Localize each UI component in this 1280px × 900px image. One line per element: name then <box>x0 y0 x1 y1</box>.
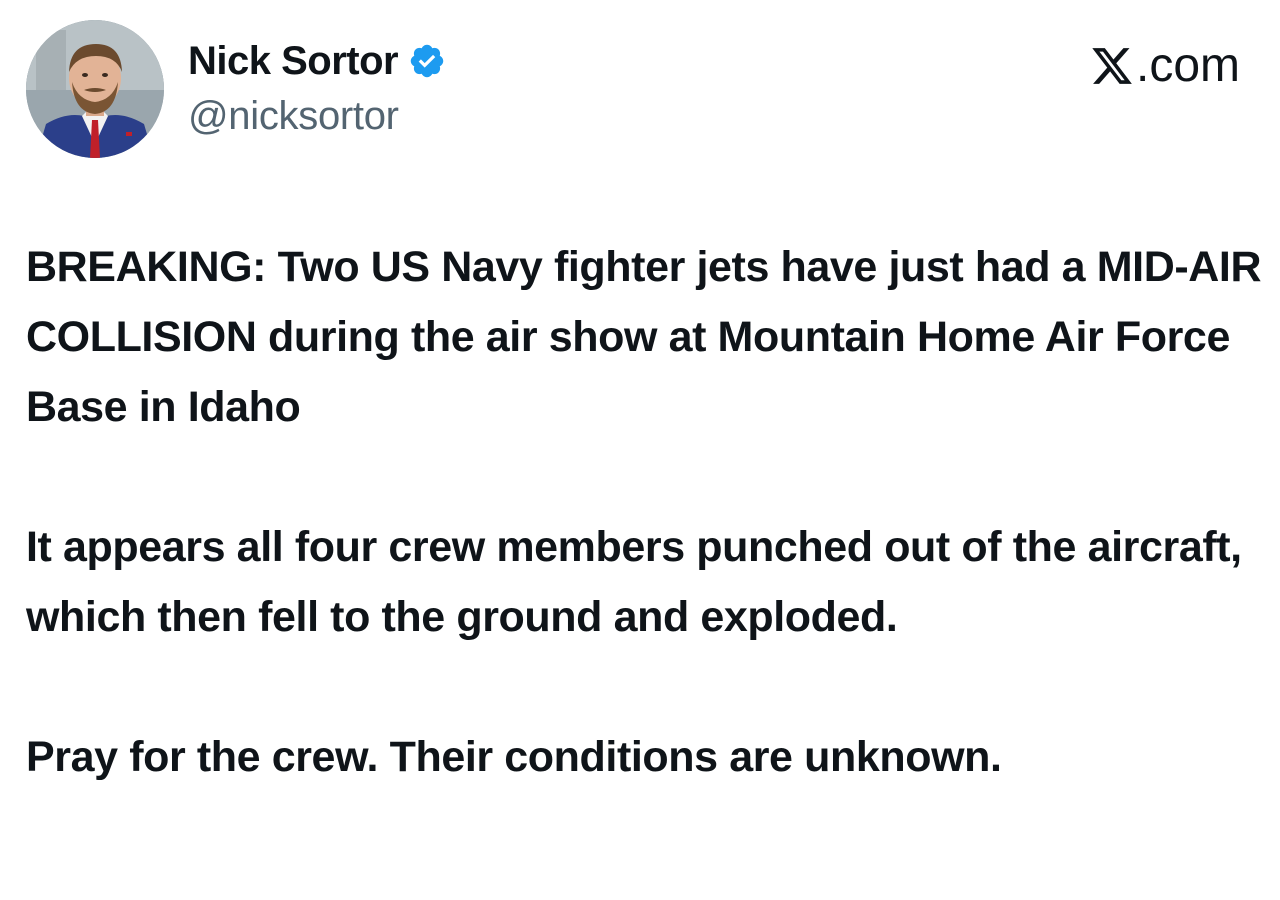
x-logo-icon <box>1090 44 1134 88</box>
author-avatar[interactable] <box>26 20 164 158</box>
x-brand-mark: .com <box>1090 38 1240 93</box>
brand-label: .com <box>1135 39 1240 92</box>
author-identity: Nick Sortor @nicksortor <box>188 36 446 139</box>
tweet-text: BREAKING: Two US Navy fighter jets have … <box>26 232 1266 792</box>
verified-badge-icon <box>408 42 446 80</box>
tweet-paragraph-2: It appears all four crew members punched… <box>26 523 1242 641</box>
author-handle[interactable]: @nicksortor <box>188 94 446 139</box>
avatar-photo-icon <box>26 20 164 158</box>
tweet-paragraph-1: BREAKING: Two US Navy fighter jets have … <box>26 243 1262 431</box>
name-row: Nick Sortor <box>188 36 446 86</box>
tweet-header: Nick Sortor @nicksortor .com <box>26 20 1254 160</box>
author-display-name[interactable]: Nick Sortor <box>188 39 399 84</box>
tweet-paragraph-3: Pray for the crew. Their conditions are … <box>26 733 1002 781</box>
